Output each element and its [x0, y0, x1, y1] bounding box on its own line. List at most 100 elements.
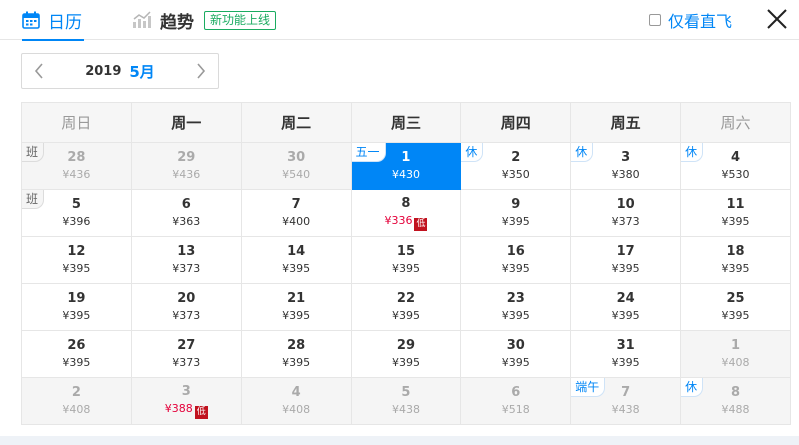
calendar-day-cell[interactable]: 26 ¥395	[21, 330, 132, 378]
day-price: ¥395	[611, 309, 640, 322]
day-number: 14	[287, 244, 306, 259]
day-price-line: ¥400	[242, 214, 351, 230]
calendar-day-cell[interactable]: 五一 1 ¥430	[350, 142, 462, 190]
close-button[interactable]	[764, 6, 790, 32]
calendar-day-cell[interactable]: 29 ¥395	[350, 330, 462, 378]
calendar-day-cell[interactable]: 16 ¥395	[460, 236, 572, 284]
calendar-day-cell[interactable]: 13 ¥373	[130, 236, 242, 284]
day-number: 16	[506, 244, 525, 259]
holiday-tag: 休	[681, 143, 704, 162]
day-price: ¥540	[282, 168, 311, 181]
direct-flight-checkbox[interactable]	[649, 14, 661, 26]
day-number: 29	[396, 338, 415, 353]
day-price: ¥400	[282, 215, 311, 228]
calendar-day-cell[interactable]: 8 ¥336 低	[350, 189, 462, 237]
calendar-day-cell[interactable]: 9 ¥395	[460, 189, 572, 237]
day-price-line: ¥395	[352, 261, 461, 277]
calendar-day-cell[interactable]: 2 ¥408	[21, 377, 132, 425]
calendar-day-cell[interactable]: 11 ¥395	[680, 189, 791, 237]
day-price-line: ¥395	[681, 308, 790, 324]
calendar-day-cell[interactable]: 31 ¥395	[570, 330, 682, 378]
day-price: ¥350	[501, 168, 530, 181]
day-price-line: ¥408	[22, 402, 131, 418]
calendar-day-cell[interactable]: 18 ¥395	[680, 236, 791, 284]
tab-trend[interactable]: 趋势 新功能上线	[132, 0, 277, 40]
day-price-line: ¥436	[132, 167, 241, 183]
calendar-day-cell[interactable]: 29 ¥436	[130, 142, 242, 190]
day-number: 24	[616, 291, 635, 306]
calendar-day-cell[interactable]: 休 4 ¥530	[680, 142, 791, 190]
day-price-line: ¥395	[461, 261, 570, 277]
calendar-day-cell[interactable]: 30 ¥395	[460, 330, 572, 378]
day-price-line: ¥336 低	[352, 213, 461, 231]
day-price-line: ¥373	[571, 214, 680, 230]
holiday-tag: 五一	[351, 143, 386, 162]
day-price: ¥395	[391, 356, 420, 369]
calendar-day-cell[interactable]: 24 ¥395	[570, 283, 682, 331]
calendar-day-cell[interactable]: 7 ¥400	[240, 189, 352, 237]
trend-chart-icon	[133, 11, 151, 28]
calendar-day-cell[interactable]: 端午 7 ¥438	[570, 377, 682, 425]
day-price: ¥395	[501, 356, 530, 369]
day-price: ¥395	[501, 215, 530, 228]
lowest-price-badge: 低	[194, 406, 208, 419]
calendar-day-cell[interactable]: 30 ¥540	[240, 142, 352, 190]
day-price: ¥395	[721, 309, 750, 322]
day-price-line: ¥350	[461, 167, 570, 183]
calendar-day-cell[interactable]: 27 ¥373	[130, 330, 242, 378]
calendar-week-row: 班 28 ¥436 29 ¥436 30 ¥540 五一 1 ¥430 休 2 ¥350 休 3 ¥380 休 4…	[21, 142, 791, 190]
tab-calendar[interactable]: 日历	[22, 0, 84, 41]
calendar-day-cell[interactable]: 休 3 ¥380	[570, 142, 682, 190]
calendar-day-cell[interactable]: 17 ¥395	[570, 236, 682, 284]
day-number: 22	[396, 291, 415, 306]
day-number: 11	[726, 197, 745, 212]
day-price: ¥373	[172, 309, 201, 322]
calendar-day-cell[interactable]: 休 8 ¥488	[680, 377, 791, 425]
calendar-day-cell[interactable]: 21 ¥395	[240, 283, 352, 331]
day-price: ¥436	[62, 168, 91, 181]
day-price: ¥373	[172, 262, 201, 275]
day-number: 25	[726, 291, 745, 306]
holiday-tag: 休	[681, 378, 704, 397]
weekday-header: 周五	[570, 102, 682, 143]
calendar-day-cell[interactable]: 14 ¥395	[240, 236, 352, 284]
day-number: 23	[506, 291, 525, 306]
calendar-day-cell[interactable]: 28 ¥395	[240, 330, 352, 378]
weekday-header: 周三	[350, 102, 462, 143]
calendar-day-cell[interactable]: 23 ¥395	[460, 283, 572, 331]
day-number: 21	[287, 291, 306, 306]
weekday-header: 周一	[130, 102, 242, 143]
calendar-day-cell[interactable]: 22 ¥395	[350, 283, 462, 331]
calendar-day-cell[interactable]: 15 ¥395	[350, 236, 462, 284]
calendar-day-cell[interactable]: 12 ¥395	[21, 236, 132, 284]
calendar-day-cell[interactable]: 19 ¥395	[21, 283, 132, 331]
direct-flight-toggle[interactable]: 仅看直飞	[649, 10, 732, 31]
day-price: ¥408	[721, 356, 750, 369]
calendar-day-cell[interactable]: 1 ¥408	[680, 330, 791, 378]
weekday-header: 周二	[240, 102, 352, 143]
day-price-line: ¥530	[681, 167, 790, 183]
calendar-day-cell[interactable]: 4 ¥408	[240, 377, 352, 425]
calendar-day-cell[interactable]: 6 ¥363	[130, 189, 242, 237]
next-month-button[interactable]	[186, 54, 216, 88]
day-price: ¥395	[391, 262, 420, 275]
close-icon	[767, 9, 787, 29]
calendar-day-cell[interactable]: 20 ¥373	[130, 283, 242, 331]
calendar-day-cell[interactable]: 25 ¥395	[680, 283, 791, 331]
day-price-line: ¥438	[352, 402, 461, 418]
day-price: ¥395	[501, 262, 530, 275]
day-number: 1	[731, 338, 741, 353]
calendar-day-cell[interactable]: 班 28 ¥436	[21, 142, 132, 190]
day-number: 4	[291, 385, 301, 400]
calendar-day-cell[interactable]: 3 ¥388 低	[130, 377, 242, 425]
day-price: ¥436	[172, 168, 201, 181]
day-price: ¥438	[611, 403, 640, 416]
day-price-line: ¥373	[132, 355, 241, 371]
day-price-line: ¥395	[461, 308, 570, 324]
calendar-day-cell[interactable]: 班 5 ¥396	[21, 189, 132, 237]
holiday-tag: 端午	[571, 378, 606, 397]
calendar-day-cell[interactable]: 5 ¥438	[350, 377, 462, 425]
calendar-day-cell[interactable]: 休 2 ¥350	[460, 142, 572, 190]
calendar-day-cell[interactable]: 10 ¥373	[570, 189, 682, 237]
calendar-day-cell[interactable]: 6 ¥518	[460, 377, 572, 425]
